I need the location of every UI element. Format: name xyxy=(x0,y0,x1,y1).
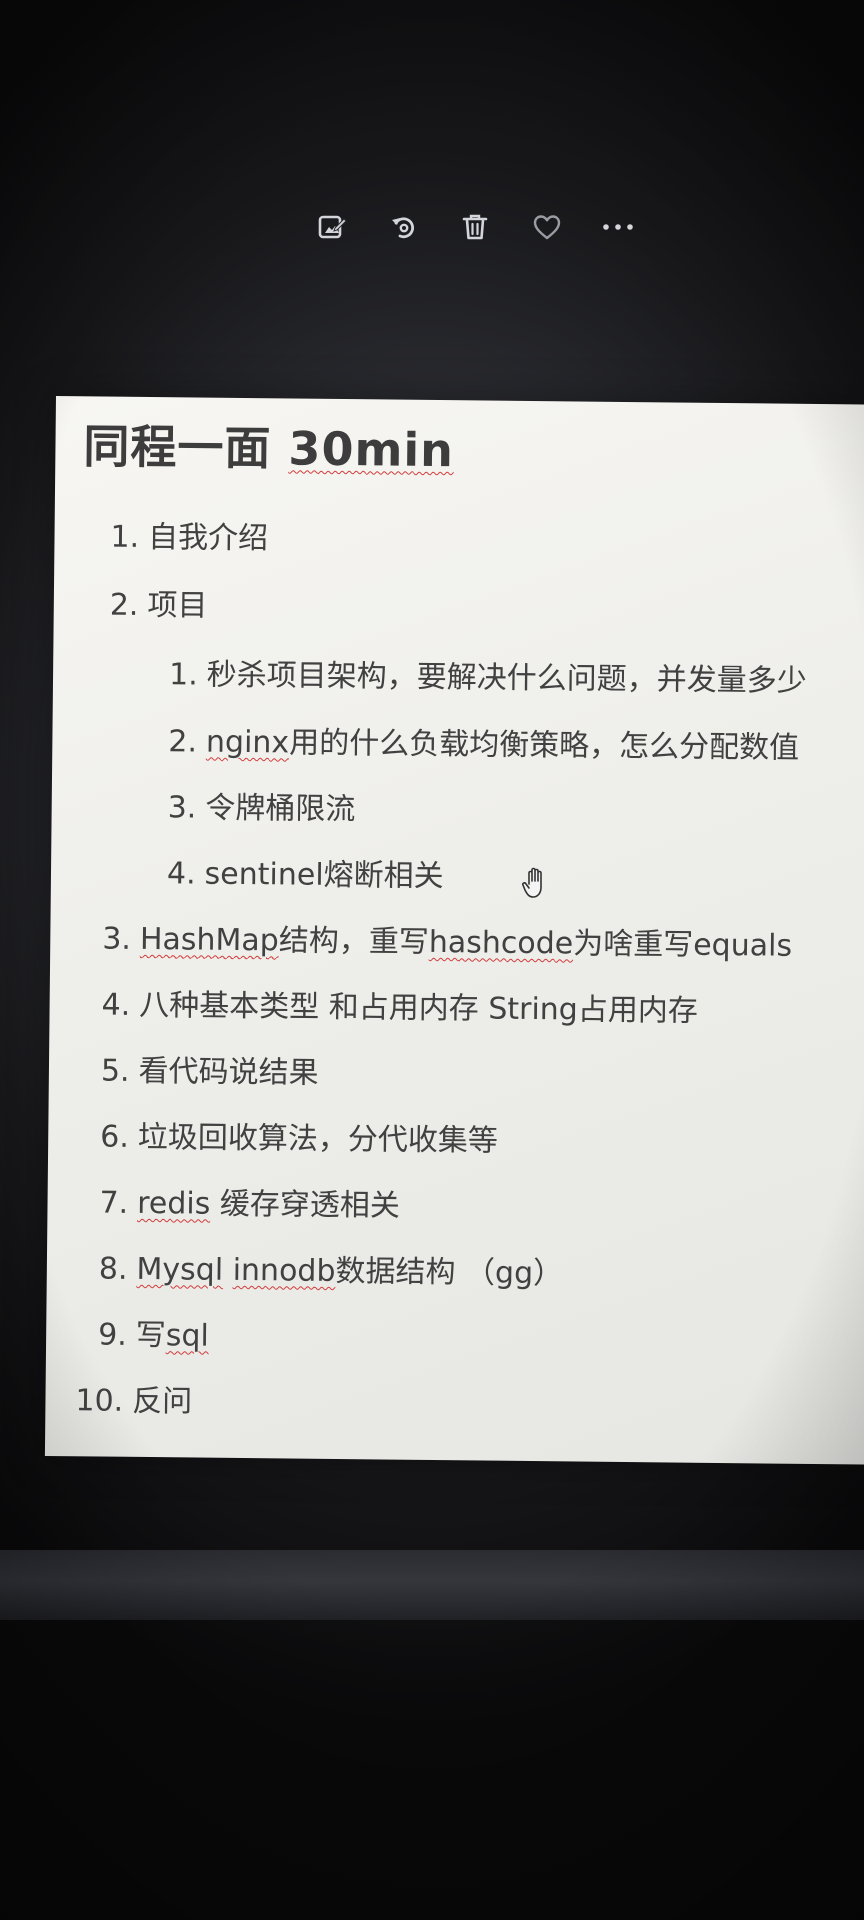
rotate-button[interactable] xyxy=(382,205,426,249)
note-title: 同程一面 30min xyxy=(83,410,454,480)
list-item: 4. 八种基本类型 和占用内存 String占用内存 xyxy=(101,987,699,1029)
photo-background: 同程一面 30min 1. 自我介绍 2. 项目 1. 秒杀项目架构，要解决什么问题，… xyxy=(0,0,864,1920)
note-page: 同程一面 30min 1. 自我介绍 2. 项目 1. 秒杀项目架构，要解决什么问题，… xyxy=(44,396,864,1465)
list-item: 9. 写sql xyxy=(97,1317,209,1354)
list-item: 7. redis 缓存穿透相关 xyxy=(99,1185,401,1224)
list-item: 3. HashMap结构，重写hashcode为啥重写equals xyxy=(102,921,793,964)
rotate-icon xyxy=(391,217,414,239)
heart-icon xyxy=(533,215,560,240)
more-icon xyxy=(603,224,633,230)
hand-cursor-icon xyxy=(522,867,542,898)
image-viewer-toolbar xyxy=(310,205,640,249)
monitor-bezel xyxy=(0,1550,864,1620)
sub-list-item: 4. sentinel熔断相关 xyxy=(166,856,444,895)
list-item: 2. 项目 xyxy=(109,587,208,624)
edit-image-icon xyxy=(318,215,347,239)
list-item: 6. 垃圾回收算法，分代收集等 xyxy=(100,1119,499,1159)
list-item: 10. 反问 xyxy=(75,1383,193,1420)
list-item: 1. 自我介绍 xyxy=(110,519,269,557)
title-duration: 30min xyxy=(288,421,455,478)
list-item: 8. Mysql innodb数据结构 （gg） xyxy=(98,1251,564,1292)
list-item: 5. 看代码说结果 xyxy=(100,1053,319,1091)
favorite-button[interactable] xyxy=(525,205,569,249)
edit-image-button[interactable] xyxy=(310,205,354,249)
sub-list-item: 1. 秒杀项目架构，要解决什么问题，并发量多少 xyxy=(168,657,807,699)
title-chinese: 同程一面 xyxy=(83,419,289,476)
sub-list-item: 2. nginx用的什么负载均衡策略，怎么分配数值 xyxy=(168,724,800,766)
more-button[interactable] xyxy=(596,205,640,249)
sub-list-item: 3. 令牌桶限流 xyxy=(167,790,356,828)
delete-button[interactable] xyxy=(453,205,497,249)
trash-icon xyxy=(462,214,488,240)
